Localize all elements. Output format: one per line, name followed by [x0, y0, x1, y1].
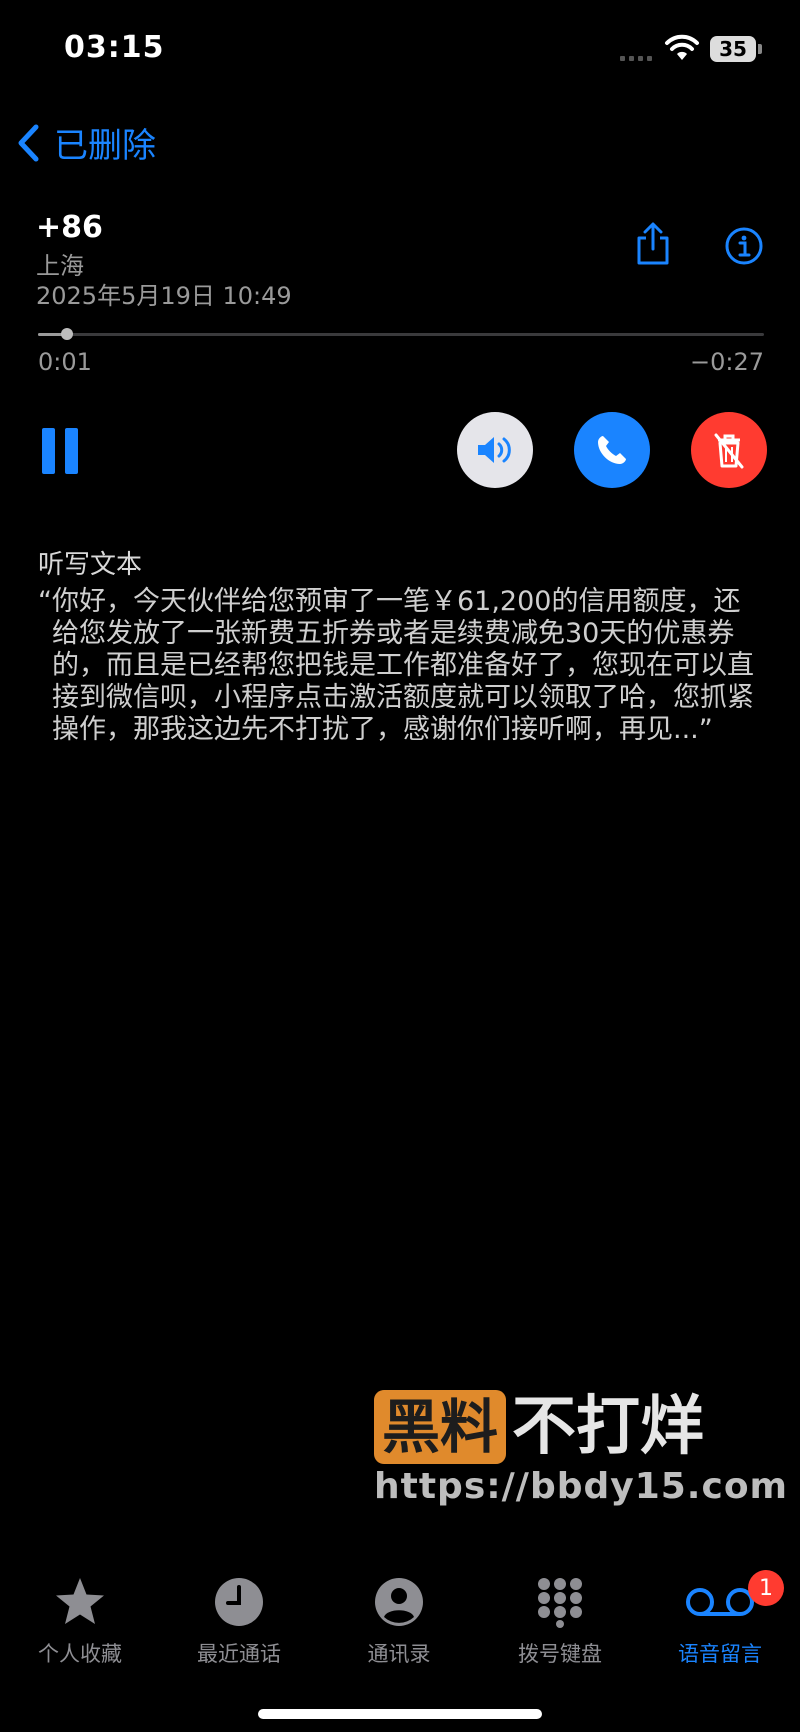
battery-nub: [758, 44, 762, 54]
delete-button[interactable]: [691, 412, 767, 488]
battery-indicator: 35: [710, 36, 756, 62]
tab-contacts[interactable]: 通讯录: [339, 1574, 459, 1668]
voicemail-count-badge: 1: [748, 1570, 784, 1606]
star-icon: [56, 1578, 104, 1624]
pause-button[interactable]: [42, 428, 78, 474]
tab-keypad[interactable]: 拨号键盘: [500, 1574, 620, 1668]
playback-track[interactable]: [38, 333, 764, 336]
tab-recents[interactable]: 最近通话: [179, 1574, 299, 1668]
tab-favorites[interactable]: 个人收藏: [20, 1574, 140, 1668]
tab-label: 个人收藏: [38, 1642, 122, 1666]
watermark-text: 不打烊: [512, 1390, 705, 1464]
speaker-button[interactable]: [457, 412, 533, 488]
tab-label: 语音留言: [678, 1642, 762, 1666]
chevron-left-icon: [18, 124, 39, 161]
watermark-url: https://bbdy15.com: [374, 1466, 789, 1507]
elapsed-time: 0:01: [38, 348, 92, 376]
person-circle-icon: [375, 1578, 423, 1626]
share-icon: [637, 222, 669, 265]
back-button[interactable]: 已删除: [16, 118, 156, 167]
watermark: 黑料 不打烊: [374, 1390, 704, 1464]
speaker-icon: [478, 437, 511, 463]
watermark-badge: 黑料: [374, 1390, 507, 1464]
phone-icon: [598, 436, 626, 464]
clock-icon: [215, 1578, 263, 1626]
tab-label: 最近通话: [197, 1642, 281, 1666]
back-label: 已删除: [54, 126, 156, 166]
pause-icon: [42, 428, 55, 474]
tab-label: 通讯录: [367, 1642, 431, 1666]
home-indicator[interactable]: [258, 1709, 542, 1719]
transcript-text: “你好，今天伙伴给您预审了一笔￥61,200的信用额度，还给您发放了一张新费五折…: [38, 586, 754, 745]
voicemail-datetime: 2025年5月19日 10:49: [36, 282, 292, 310]
remaining-time: −0:27: [689, 348, 764, 376]
status-time: 03:15: [64, 30, 165, 65]
trash-icon: [714, 433, 744, 469]
info-icon: [725, 227, 763, 265]
transcript-title: 听写文本: [38, 550, 143, 580]
voicemail-icon: [686, 1588, 754, 1616]
caller-number: +86: [36, 210, 103, 245]
playback-thumb[interactable]: [61, 328, 73, 340]
info-button[interactable]: [724, 226, 764, 270]
wifi-icon: [664, 34, 700, 66]
keypad-icon: [538, 1578, 582, 1628]
tab-label: 拨号键盘: [518, 1642, 602, 1666]
cellular-signal-icon: [620, 56, 656, 62]
share-button[interactable]: [634, 222, 672, 270]
call-back-button[interactable]: [574, 412, 650, 488]
